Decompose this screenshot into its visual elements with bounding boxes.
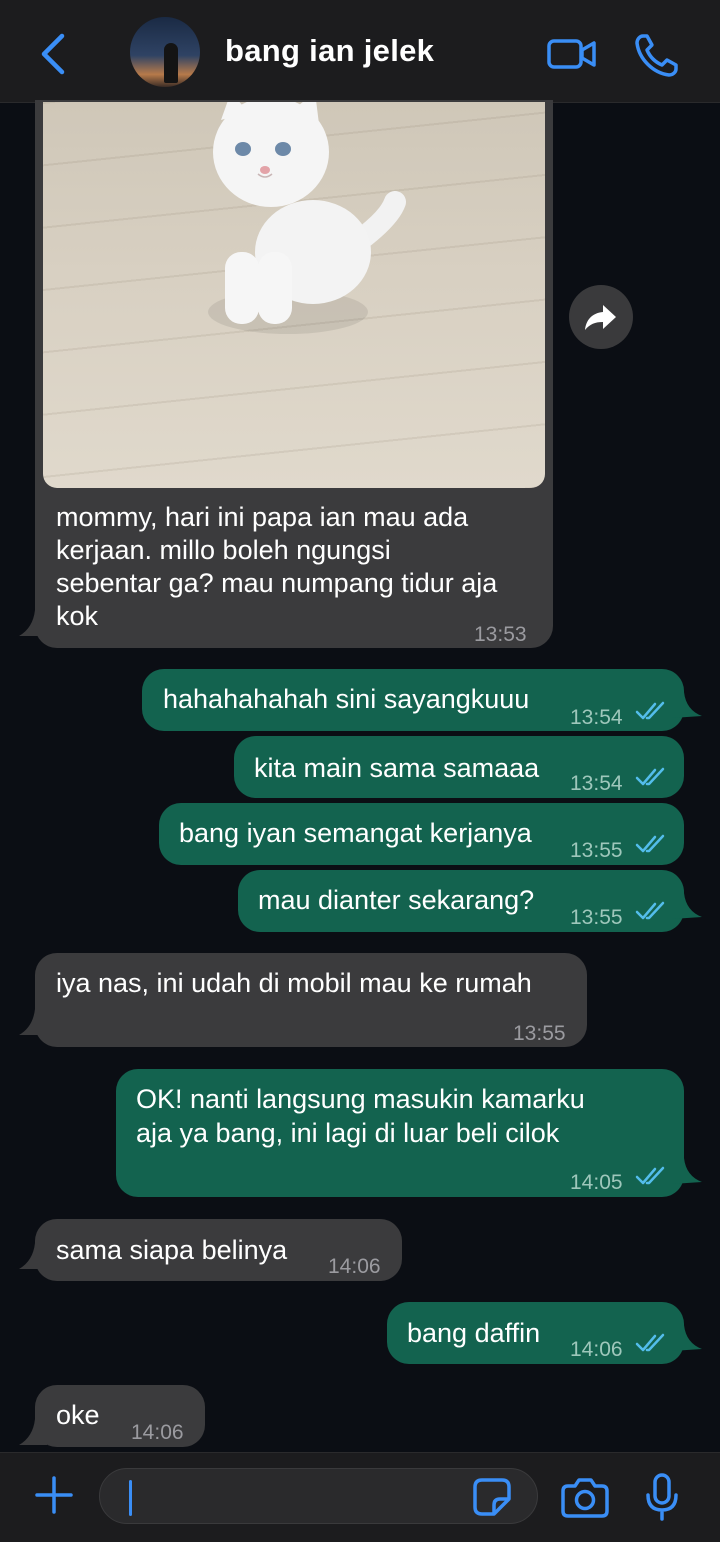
message-time: 14:06 — [328, 1255, 381, 1278]
bubble-tail — [672, 1158, 702, 1184]
contact-avatar[interactable] — [130, 17, 200, 87]
bubble-tail — [672, 1325, 702, 1351]
message-time: 14:06 — [131, 1421, 184, 1444]
message-time: 13:55 — [570, 839, 623, 862]
message-outgoing[interactable]: bang daffin 14:06 — [387, 1302, 684, 1364]
text-caret — [129, 1480, 132, 1516]
message-outgoing[interactable]: OK! nanti langsung masukin kamarku aja y… — [116, 1069, 684, 1197]
read-ticks-icon — [635, 1166, 665, 1185]
message-text: mau dianter sekarang? — [258, 885, 535, 915]
message-incoming[interactable]: iya nas, ini udah di mobil mau ke rumah … — [35, 953, 587, 1047]
message-time: 13:55 — [570, 906, 623, 929]
sticker-icon[interactable] — [472, 1477, 512, 1517]
caption-line: kok — [56, 601, 99, 631]
bubble-tail — [19, 610, 47, 636]
bubble-tail — [19, 1419, 47, 1445]
message-time: 14:05 — [570, 1171, 623, 1194]
message-text: iya nas, ini udah di mobil mau ke rumah — [56, 968, 532, 998]
plus-icon[interactable] — [34, 1475, 74, 1515]
caption-line: sebentar ga? mau numpang tidur aja — [56, 568, 498, 598]
message-time: 13:54 — [570, 706, 623, 729]
caption-line: kerjaan. millo boleh ngungsi — [56, 535, 391, 565]
message-outgoing[interactable]: kita main sama samaaa 13:54 — [234, 736, 684, 798]
caption-line: mommy, hari ini papa ian mau ada — [56, 502, 469, 532]
message-outgoing[interactable]: bang iyan semangat kerjanya 13:55 — [159, 803, 684, 865]
message-outgoing[interactable]: mau dianter sekarang? 13:55 — [238, 870, 684, 932]
message-outgoing[interactable]: hahahahahah sini sayangkuuu 13:54 — [142, 669, 684, 731]
kitten-image — [208, 102, 406, 334]
message-time: 13:55 — [513, 1022, 566, 1045]
message-text: hahahahahah sini sayangkuuu — [163, 684, 530, 714]
video-camera-icon[interactable] — [546, 36, 598, 72]
message-text-line: OK! nanti langsung masukin kamarku — [136, 1084, 585, 1114]
read-ticks-icon — [635, 834, 665, 853]
bubble-tail — [19, 1009, 47, 1035]
read-ticks-icon — [635, 767, 665, 786]
forward-arrow-icon — [585, 305, 616, 330]
message-incoming[interactable]: sama siapa belinya 14:06 — [35, 1219, 402, 1281]
message-text: oke — [56, 1400, 100, 1430]
message-text: bang daffin — [407, 1318, 541, 1348]
message-time: 14:06 — [570, 1338, 623, 1361]
message-incoming[interactable]: oke 14:06 — [35, 1385, 205, 1447]
message-text: sama siapa belinya — [56, 1235, 288, 1265]
bubble-tail — [672, 893, 702, 919]
microphone-icon[interactable] — [644, 1472, 680, 1522]
back-icon[interactable] — [34, 32, 74, 76]
kitten-photo[interactable] — [43, 102, 545, 488]
message-text: kita main sama samaaa — [254, 753, 540, 783]
contact-name[interactable]: bang ian jelek — [225, 33, 434, 69]
read-ticks-icon — [635, 1333, 665, 1352]
phone-icon[interactable] — [634, 32, 680, 78]
bubble-tail — [19, 1243, 47, 1269]
message-text: bang iyan semangat kerjanya — [179, 818, 532, 848]
read-ticks-icon — [635, 901, 665, 920]
read-ticks-icon — [635, 701, 665, 720]
bubble-tail — [672, 692, 702, 718]
message-text-line: aja ya bang, ini lagi di luar beli cilok — [136, 1118, 560, 1148]
message-time: 13:54 — [570, 772, 623, 795]
message-time: 13:53 — [474, 623, 527, 646]
forward-button[interactable] — [569, 285, 633, 349]
camera-icon[interactable] — [560, 1475, 610, 1519]
